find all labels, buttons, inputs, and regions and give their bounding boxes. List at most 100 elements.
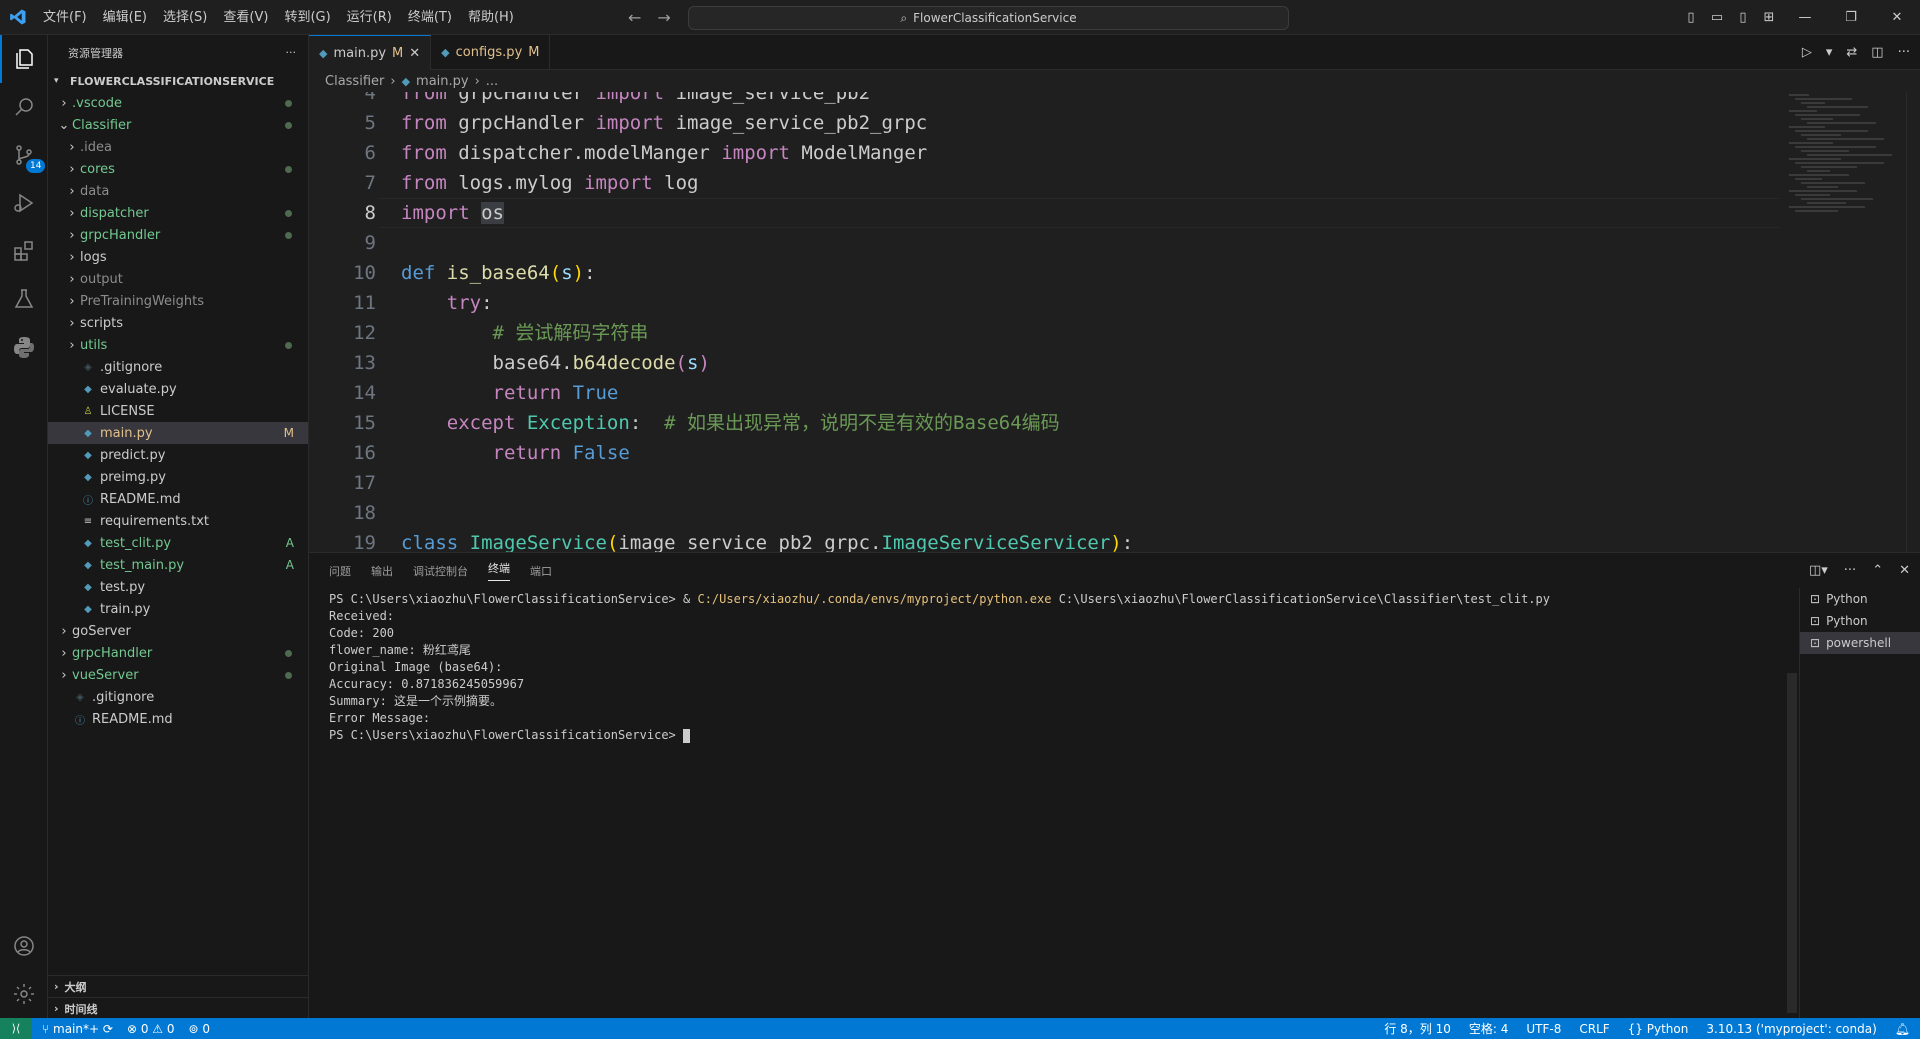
tree-file[interactable]: ♙ LICENSE [48, 400, 308, 422]
tree-folder[interactable]: › data [48, 180, 308, 202]
menu-item[interactable]: 帮助(H) [460, 0, 522, 35]
language-mode[interactable]: {} Python [1628, 1022, 1689, 1036]
tree-file[interactable]: ◆ train.py [48, 598, 308, 620]
minimize-icon[interactable]: — [1782, 0, 1828, 35]
outline-section[interactable]: › 大纲 [48, 975, 309, 997]
menu-item[interactable]: 查看(V) [215, 0, 276, 35]
workspace-root[interactable]: ▾ FLOWERCLASSIFICATIONSERVICE [48, 70, 308, 92]
terminal-output[interactable]: PS C:\Users\xiaozhu\FlowerClassification… [329, 591, 1789, 1011]
restore-icon[interactable]: ❐ [1828, 0, 1874, 35]
explorer-icon[interactable] [0, 35, 48, 83]
manage-gear-icon[interactable] [0, 970, 48, 1018]
indentation[interactable]: 空格: 4 [1469, 1020, 1509, 1037]
panel-tab[interactable]: 端口 [530, 563, 552, 579]
panel-tab[interactable]: 终端 [488, 560, 510, 581]
breadcrumb-folder[interactable]: Classifier [325, 74, 384, 89]
notifications-bell-icon[interactable]: 🔔︎ [1895, 1022, 1910, 1036]
compare-changes-icon[interactable]: ⇄ [1846, 45, 1857, 60]
tree-file[interactable]: ◆ main.py M [48, 422, 308, 444]
tab-main-py[interactable]: ◆ main.py M ✕ [309, 35, 432, 70]
tree-file[interactable]: ⓘ README.md [48, 708, 308, 730]
tree-file[interactable]: ◆ test.py [48, 576, 308, 598]
panel-tab[interactable]: 调试控制台 [413, 563, 468, 579]
chevron-down-icon[interactable]: ▾ [1826, 45, 1833, 60]
run-play-icon[interactable]: ▷ [1802, 45, 1812, 60]
tree-folder[interactable]: › .vscode [48, 92, 308, 114]
toggle-panel-icon[interactable]: ▭ [1704, 0, 1730, 35]
tree-file[interactable]: ⓘ README.md [48, 488, 308, 510]
tree-folder[interactable]: › output [48, 268, 308, 290]
panel-tab[interactable]: 输出 [371, 563, 393, 579]
tree-folder[interactable]: › utils [48, 334, 308, 356]
explorer-more-button[interactable]: ··· [286, 46, 297, 59]
toggle-secondary-sidebar-icon[interactable]: ▯ [1730, 0, 1756, 35]
tree-folder[interactable]: › scripts [48, 312, 308, 334]
search-icon[interactable] [0, 83, 48, 131]
tree-folder[interactable]: › grpcHandler [48, 224, 308, 246]
remote-indicator-icon[interactable]: ⟩⟨ [0, 1018, 32, 1039]
command-center-search[interactable]: ⌕ FlowerClassificationService [688, 6, 1289, 30]
tree-folder[interactable]: › .idea [48, 136, 308, 158]
menu-item[interactable]: 编辑(E) [95, 0, 155, 35]
tree-file[interactable]: ≡ requirements.txt [48, 510, 308, 532]
menu-item[interactable]: 运行(R) [339, 0, 400, 35]
python-icon[interactable] [0, 323, 48, 371]
tree-folder[interactable]: › logs [48, 246, 308, 268]
maximize-panel-icon[interactable]: ⌃ [1872, 563, 1883, 578]
tree-file[interactable]: ◈ .gitignore [48, 356, 308, 378]
tree-file[interactable]: ◆ predict.py [48, 444, 308, 466]
branch-indicator[interactable]: ⑂ main*+ ⟳ [42, 1022, 113, 1036]
code-editor[interactable]: 4 from grpcHandler import image_service_p… [309, 92, 1789, 552]
terminal-instance[interactable]: ⊡ Python [1800, 588, 1920, 610]
run-debug-icon[interactable] [0, 179, 48, 227]
more-actions-icon[interactable]: ··· [1844, 563, 1856, 578]
tree-file[interactable]: ◆ test_clit.py A [48, 532, 308, 554]
editor-scrollbar[interactable] [1906, 92, 1920, 552]
menu-item[interactable]: 终端(T) [400, 0, 460, 35]
split-editor-icon[interactable]: ◫ [1871, 45, 1883, 60]
problems-indicator[interactable]: ⊗ 0 ⚠ 0 [127, 1022, 175, 1036]
timeline-section[interactable]: › 时间线 [48, 997, 309, 1019]
terminal-instance-label: powershell [1826, 636, 1892, 650]
encoding[interactable]: UTF-8 [1526, 1022, 1561, 1036]
menu-item[interactable]: 选择(S) [155, 0, 215, 35]
close-tab-icon[interactable]: ✕ [409, 46, 420, 61]
python-interpreter[interactable]: 3.10.13 ('myproject': conda) [1706, 1022, 1876, 1036]
close-panel-icon[interactable]: ✕ [1899, 563, 1910, 578]
panel-tab[interactable]: 问题 [329, 563, 351, 579]
tree-file[interactable]: ◆ test_main.py A [48, 554, 308, 576]
customize-layout-icon[interactable]: ⊞ [1756, 0, 1782, 35]
menu-item[interactable]: 文件(F) [35, 0, 95, 35]
ports-indicator[interactable]: ⊚ 0 [189, 1022, 211, 1036]
tree-folder[interactable]: › goServer [48, 620, 308, 642]
terminal-scrollbar[interactable] [1787, 673, 1797, 1013]
cursor-position[interactable]: 行 8，列 10 [1384, 1020, 1451, 1037]
forward-arrow-icon[interactable]: → [657, 8, 670, 27]
accounts-icon[interactable] [0, 922, 48, 970]
tree-folder[interactable]: › grpcHandler [48, 642, 308, 664]
tree-folder[interactable]: › PreTrainingWeights [48, 290, 308, 312]
source-control-icon[interactable]: 14 [0, 131, 48, 179]
tree-folder[interactable]: › dispatcher [48, 202, 308, 224]
menu-item[interactable]: 转到(G) [276, 0, 338, 35]
testing-flask-icon[interactable] [0, 275, 48, 323]
toggle-sidebar-icon[interactable]: ▯ [1678, 0, 1704, 35]
tab-configs-py[interactable]: ◆ configs.py M [431, 35, 551, 70]
breadcrumb-symbol[interactable]: ... [486, 74, 498, 89]
terminal-instance[interactable]: ⊡ Python [1800, 610, 1920, 632]
back-arrow-icon[interactable]: ← [628, 8, 641, 27]
close-icon[interactable]: ✕ [1874, 0, 1920, 35]
minimap[interactable] [1789, 92, 1909, 552]
breadcrumb-file[interactable]: main.py [416, 74, 469, 89]
tree-file[interactable]: ◈ .gitignore [48, 686, 308, 708]
split-terminal-icon[interactable]: ◫▾ [1809, 563, 1828, 578]
tree-file[interactable]: ◆ evaluate.py [48, 378, 308, 400]
terminal-instance[interactable]: ⊡ powershell [1800, 632, 1920, 654]
line-ending[interactable]: CRLF [1579, 1022, 1609, 1036]
tree-folder[interactable]: ⌄ Classifier [48, 114, 308, 136]
tree-folder[interactable]: › cores [48, 158, 308, 180]
tree-folder[interactable]: › vueServer [48, 664, 308, 686]
tree-file[interactable]: ◆ preimg.py [48, 466, 308, 488]
extensions-icon[interactable] [0, 227, 48, 275]
more-actions-icon[interactable]: ··· [1898, 45, 1910, 60]
